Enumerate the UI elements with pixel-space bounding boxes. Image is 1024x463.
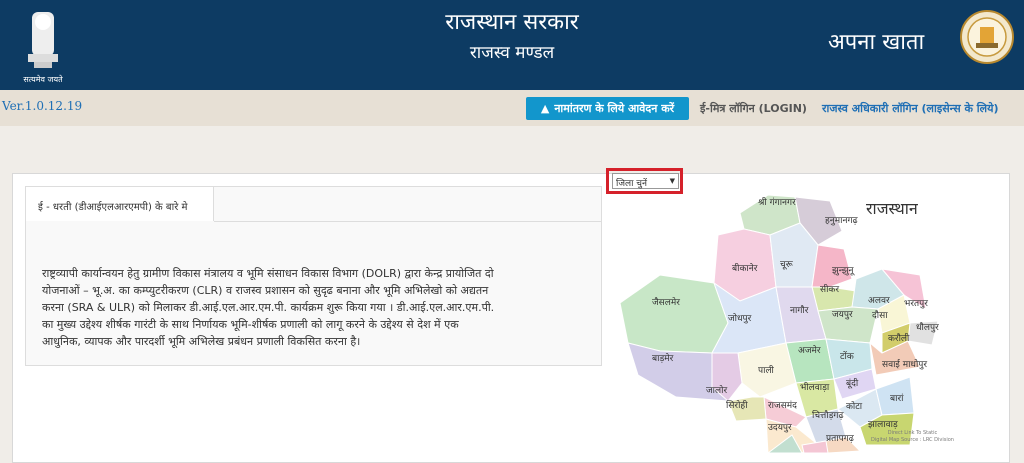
about-paragraph: राष्ट्रव्यापी कार्यान्वयन हेतु ग्रामीण व…: [42, 265, 587, 350]
district-label: झालावाड़: [868, 420, 898, 430]
district-label: सवाई माधोपुर: [882, 358, 927, 370]
apna-khata-title: अपना खाता: [828, 30, 925, 55]
district-label: जोधपुर: [728, 312, 752, 324]
district-label: भीलवाड़ा: [800, 381, 830, 393]
district-label: बूंदी: [846, 377, 859, 389]
district-label: जैसलमेर: [652, 296, 680, 308]
district-label: अलवर: [868, 296, 890, 306]
about-line: का मुख्य उद्देश्य शीर्षक गारंटी के साथ न…: [42, 318, 459, 331]
emblem-motto: सत्यमेव जयते: [23, 75, 63, 84]
district-label: उदयपुर: [768, 423, 792, 433]
district-label: टोंक: [840, 350, 855, 362]
district-label: नागौर: [790, 304, 809, 316]
district-label: भरतपुर: [904, 299, 928, 309]
district-label: राजसमंद: [768, 400, 797, 411]
rajasthan-map[interactable]: श्री गंगानगर हनुमानगढ़ बीकानेर चूरू झुन्झुनू…: [620, 183, 960, 453]
map-footer: Direct Link To Static Digital Map Source…: [865, 430, 960, 444]
apply-mutation-button[interactable]: ▲ नामांतरण के लिये आवेदन करें: [526, 97, 689, 120]
about-line: राष्ट्रव्यापी कार्यान्वयन हेतु ग्रामीण व…: [42, 267, 494, 280]
about-box: ई - धरती (डीआईएलआरएमपी) के बारे मे राष्ट…: [25, 186, 602, 366]
district-label: जयपुर: [832, 310, 853, 320]
district-label: श्री गंगानगर: [758, 196, 796, 208]
district-label: अजमेर: [798, 344, 821, 356]
about-line: आधुनिक, व्यापक और पारदर्शी भूमि अभिलेख प…: [42, 335, 361, 348]
district-label: पाली: [758, 364, 775, 376]
district-label: प्रतापगढ़: [826, 434, 855, 444]
about-line: करना (SRA & ULR) को मिलाकर डी.आई.एल.आर.ए…: [42, 301, 495, 314]
tab-divider: [214, 221, 602, 222]
district-region[interactable]: [620, 274, 729, 354]
district-label: सिरोही: [726, 399, 748, 411]
district-label: बीकानेर: [732, 262, 758, 274]
apply-mutation-label: नामांतरण के लिये आवेदन करें: [554, 102, 675, 115]
about-line: योजनाओं – भू.अ. का कम्प्युटरीकरण (CLR) व…: [42, 284, 489, 297]
map-footer-line: Digital Map Source : LRC Division: [871, 437, 954, 443]
revenue-officer-login-link[interactable]: राजस्व अधिकारी लॉगिन (लाइसेन्स के लिये): [822, 101, 998, 116]
tab-about-edharti[interactable]: ई - धरती (डीआईएलआरएमपी) के बारे मे: [26, 187, 214, 221]
district-label: चित्तौड़गढ़: [812, 409, 844, 421]
district-label: बारां: [890, 393, 904, 404]
district-label: सीकर: [820, 283, 839, 295]
district-label: करौली: [888, 332, 910, 344]
district-label: बाड़मेर: [652, 352, 674, 364]
district-label: चूरू: [780, 260, 794, 270]
revenue-board-seal-icon: [960, 10, 1014, 64]
district-label: कोटा: [846, 400, 863, 412]
emitra-login-link[interactable]: ई-मित्र लॉगिन (LOGIN): [700, 101, 807, 116]
district-label: झुन्झुनू: [832, 266, 856, 276]
site-header: सत्यमेव जयते राजस्थान सरकार राजस्व मण्डल…: [0, 0, 1024, 90]
version-label: Ver.1.0.12.19: [2, 99, 83, 113]
district-label: हनुमानगढ़: [825, 216, 859, 226]
district-label: जालोर: [706, 384, 727, 396]
district-label: दौसा: [872, 309, 888, 321]
district-label: धौलपुर: [916, 321, 939, 333]
map-footer-line: Direct Link To Static: [887, 430, 938, 436]
upload-icon: ▲: [540, 102, 550, 115]
